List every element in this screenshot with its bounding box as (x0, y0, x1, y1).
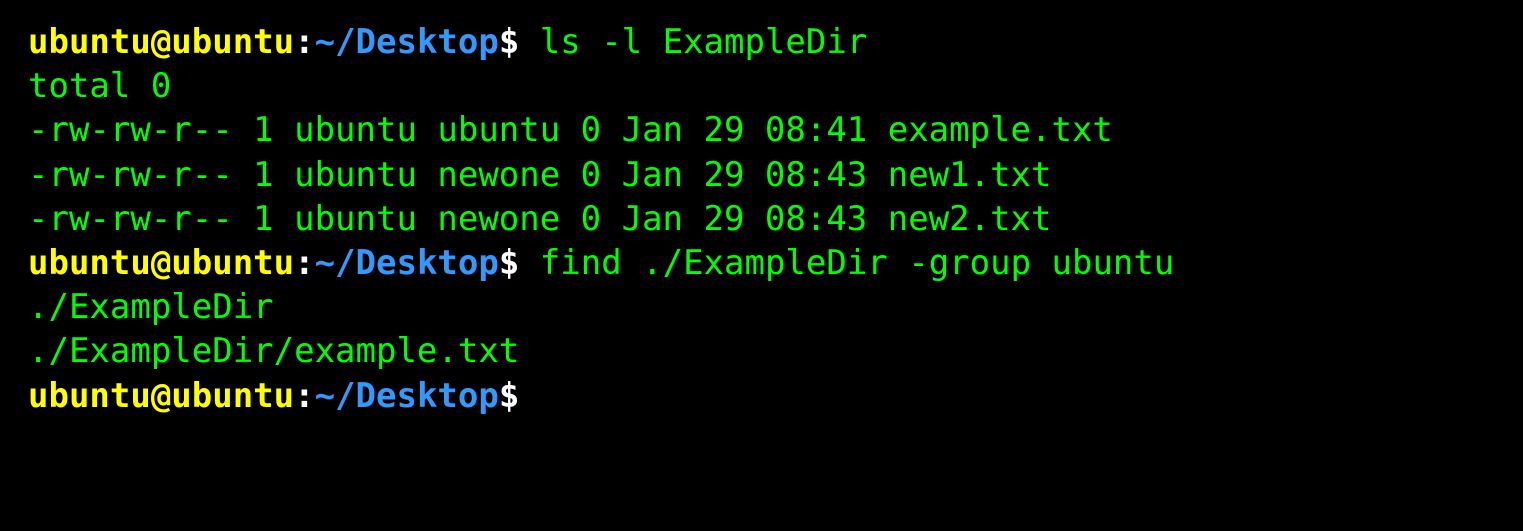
prompt-user-host: ubuntu@ubuntu (28, 243, 294, 283)
output-text: -rw-rw-r-- 1 ubuntu newone 0 Jan 29 08:4… (28, 199, 1052, 239)
command-line[interactable]: ubuntu@ubuntu:~/Desktop$ ls -l ExampleDi… (28, 20, 1495, 64)
output-line: -rw-rw-r-- 1 ubuntu newone 0 Jan 29 08:4… (28, 153, 1495, 197)
command-line[interactable]: ubuntu@ubuntu:~/Desktop$ (28, 374, 1495, 418)
prompt-path: ~/Desktop (315, 22, 499, 62)
prompt-colon: : (294, 243, 314, 283)
output-text: ./ExampleDir/example.txt (28, 331, 519, 371)
prompt-dollar: $ (499, 243, 519, 283)
output-text: ./ExampleDir (28, 287, 274, 327)
terminal-window[interactable]: ubuntu@ubuntu:~/Desktop$ ls -l ExampleDi… (28, 20, 1495, 418)
output-text: -rw-rw-r-- 1 ubuntu newone 0 Jan 29 08:4… (28, 155, 1052, 195)
command-text: ls -l ExampleDir (519, 22, 867, 62)
output-text: total 0 (28, 66, 171, 106)
command-line[interactable]: ubuntu@ubuntu:~/Desktop$ find ./ExampleD… (28, 241, 1495, 285)
output-line: -rw-rw-r-- 1 ubuntu newone 0 Jan 29 08:4… (28, 197, 1495, 241)
prompt-path: ~/Desktop (315, 376, 499, 416)
prompt-user-host: ubuntu@ubuntu (28, 22, 294, 62)
prompt-dollar: $ (499, 376, 519, 416)
prompt-dollar: $ (499, 22, 519, 62)
prompt-path: ~/Desktop (315, 243, 499, 283)
output-line: -rw-rw-r-- 1 ubuntu ubuntu 0 Jan 29 08:4… (28, 108, 1495, 152)
output-line: total 0 (28, 64, 1495, 108)
prompt-user-host: ubuntu@ubuntu (28, 376, 294, 416)
prompt-colon: : (294, 22, 314, 62)
output-line: ./ExampleDir (28, 285, 1495, 329)
prompt-colon: : (294, 376, 314, 416)
output-text: -rw-rw-r-- 1 ubuntu ubuntu 0 Jan 29 08:4… (28, 110, 1113, 150)
command-text: find ./ExampleDir -group ubuntu (519, 243, 1174, 283)
command-text (519, 376, 539, 416)
output-line: ./ExampleDir/example.txt (28, 329, 1495, 373)
